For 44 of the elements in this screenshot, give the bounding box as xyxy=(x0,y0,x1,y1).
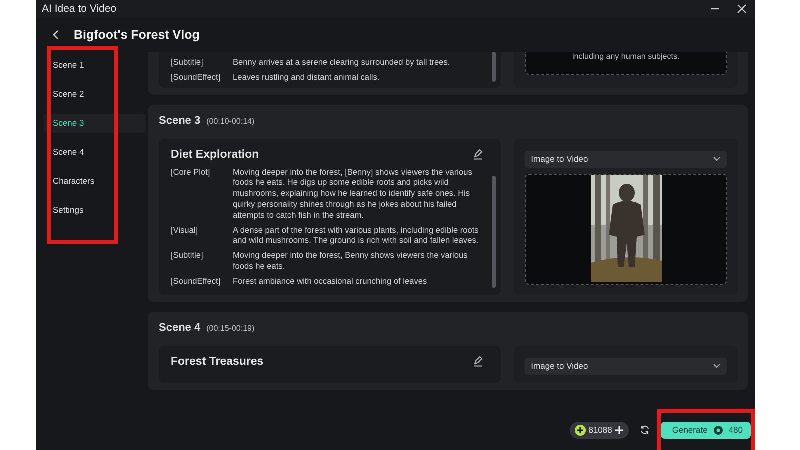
field-text: A dense part of the forest with various plants, including edible roots and wild mushrooms. The ground is rich with soil and fallen leaves. xyxy=(233,224,480,246)
scene-title: Scene 4 xyxy=(159,322,201,334)
field-label: [Subtitle] xyxy=(171,57,204,68)
field-label: [SoundEffect] xyxy=(171,72,222,83)
generate-button[interactable]: Generate 480 xyxy=(661,422,751,438)
scene-time: (00:15-00:19) xyxy=(206,324,255,333)
sidebar-item[interactable]: Scene 3 xyxy=(44,114,146,133)
field-label: [Visual] xyxy=(171,224,200,237)
close-icon[interactable] xyxy=(737,4,747,14)
sidebar-item[interactable]: Settings xyxy=(44,201,146,220)
mode-dropdown[interactable]: Image to Video xyxy=(525,358,727,375)
chevron-down-icon xyxy=(713,156,721,162)
field-text: Moving deeper into the forest, [Benny] shows viewers the various foods he eats. He digs up some edible roots and picks wild mushrooms, explaining how he learned to identify safe ones. His quirky personality shines through as he jokes about his failed attempts to catch fish in the stream. xyxy=(233,166,474,221)
scrollbar[interactable] xyxy=(492,52,496,82)
card-title: Diet Exploration xyxy=(171,148,260,161)
plus-icon[interactable] xyxy=(615,426,624,434)
scrollbar[interactable] xyxy=(492,176,496,288)
coin-icon xyxy=(714,426,723,434)
chevron-down-icon xyxy=(713,363,721,370)
sidebar-item[interactable]: Scene 1 xyxy=(44,56,146,75)
window-title: AI Idea to Video xyxy=(42,3,117,15)
project-title: Bigfoot's Forest Vlog xyxy=(74,28,200,42)
field-text: Leaves rustling and distant animal calls. xyxy=(233,72,381,83)
credits-badge[interactable]: 81088 xyxy=(570,422,630,438)
field-text: Benny arrives at a serene clearing surrounded by tall trees. xyxy=(233,57,452,68)
edit-icon[interactable] xyxy=(473,149,484,160)
scene-time: (00:10-00:14) xyxy=(206,116,255,126)
field-text: Forest ambiance with occasional crunching of leaves xyxy=(233,276,428,287)
sidebar-item[interactable]: Characters xyxy=(44,172,146,191)
field-label: [Core Plot] xyxy=(171,166,212,179)
field-label: [SoundEffect] xyxy=(171,276,222,287)
back-icon[interactable] xyxy=(52,30,60,40)
refresh-icon[interactable] xyxy=(640,425,650,435)
card-title: Forest Treasures xyxy=(171,356,264,368)
credits-count: 81088 xyxy=(588,425,612,435)
sidebar-item[interactable]: Scene 2 xyxy=(44,85,146,104)
scene-title: Scene 3 xyxy=(159,114,201,127)
sidebar-item[interactable]: Scene 4 xyxy=(44,143,146,162)
mode-dropdown[interactable]: Image to Video xyxy=(525,150,727,168)
add-icon xyxy=(574,424,586,436)
edit-icon[interactable] xyxy=(473,356,484,368)
field-label: [Subtitle] xyxy=(171,250,204,262)
field-text: Moving deeper into the forest, Benny shows viewers the various foods he eats. xyxy=(233,250,469,272)
preview-text: including any human subjects. xyxy=(572,52,680,61)
